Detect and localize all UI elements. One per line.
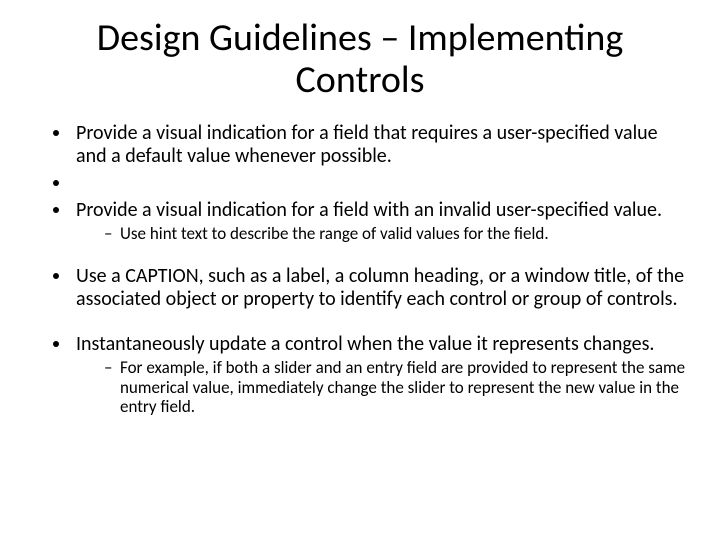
bullet-text: Provide a visual indication for a field … [76, 121, 658, 168]
list-item: For example, if both a slider and an ent… [104, 358, 690, 417]
bullet-text: Use a CAPTION, such as a label, a column… [76, 264, 684, 311]
list-item: Use a CAPTION, such as a label, a column… [72, 265, 690, 311]
slide-title: Design Guidelines – Implementing Control… [60, 18, 660, 102]
sub-bullet-list: Use hint text to describe the range of v… [76, 224, 690, 244]
bullet-text: Use hint text to describe the range of v… [120, 223, 549, 244]
list-item: Use hint text to describe the range of v… [104, 224, 690, 244]
bullet-text: Instantaneously update a control when th… [76, 332, 654, 356]
sub-bullet-list: For example, if both a slider and an ent… [76, 358, 690, 417]
bullet-list: Provide a visual indication for a field … [30, 122, 690, 417]
slide: Design Guidelines – Implementing Control… [0, 0, 720, 540]
list-item: Provide a visual indication for a field … [72, 199, 690, 244]
list-item [72, 172, 690, 195]
bullet-text: For example, if both a slider and an ent… [120, 357, 685, 417]
list-item: Provide a visual indication for a field … [72, 122, 690, 168]
bullet-text: Provide a visual indication for a field … [76, 198, 662, 222]
list-item: Instantaneously update a control when th… [72, 333, 690, 417]
